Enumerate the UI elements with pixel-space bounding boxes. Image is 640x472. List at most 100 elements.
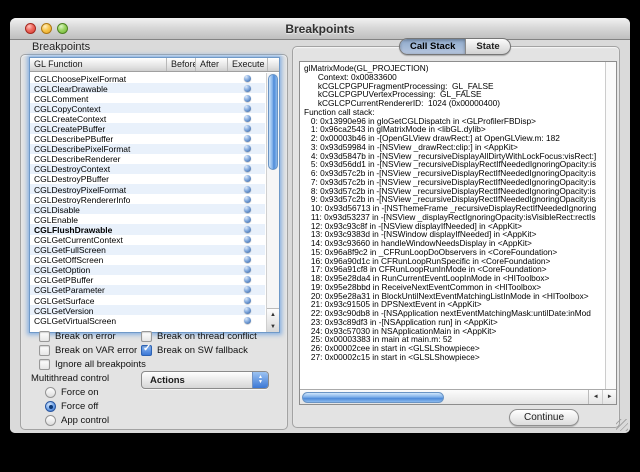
execute-breakpoint-orb-icon[interactable]: [244, 186, 251, 193]
execute-breakpoint-orb-icon[interactable]: [244, 236, 251, 243]
radio-row[interactable]: App control: [45, 413, 109, 427]
tab-call-stack[interactable]: Call Stack: [400, 39, 466, 54]
execute-breakpoint-orb-icon[interactable]: [244, 206, 251, 213]
checkbox-column-2: Break on thread conflictBreak on SW fall…: [141, 329, 257, 357]
gl-function-name: CGLDestroyPBuffer: [34, 174, 109, 184]
table-row[interactable]: CGLEnable: [30, 214, 265, 224]
radio-row[interactable]: Force on: [45, 385, 109, 399]
table-row[interactable]: CGLDescribeRenderer: [30, 154, 265, 164]
execute-breakpoint-orb-icon[interactable]: [244, 307, 251, 314]
tab-state[interactable]: State: [466, 39, 509, 54]
execute-breakpoint-orb-icon[interactable]: [244, 95, 251, 102]
table-row[interactable]: CGLGetFullScreen: [30, 245, 265, 255]
column-header[interactable]: After: [196, 58, 228, 71]
breakpoints-group-box: GL FunctionBeforeAfterExecute CGLChooseP…: [20, 54, 288, 430]
column-header[interactable]: Before: [167, 58, 196, 71]
execute-breakpoint-orb-icon[interactable]: [244, 175, 251, 182]
scrollbar-arrows[interactable]: ▲ ▼: [267, 308, 279, 332]
execute-breakpoint-orb-icon[interactable]: [244, 155, 251, 162]
execute-breakpoint-orb-icon[interactable]: [244, 145, 251, 152]
table-row[interactable]: CGLGetSurface: [30, 295, 265, 305]
stack-horizontal-scrollbar[interactable]: ◄ ►: [300, 389, 616, 404]
gl-function-name: CGLDestroyPixelFormat: [34, 185, 126, 195]
table-row[interactable]: CGLDestroyPixelFormat: [30, 184, 265, 194]
title-bar[interactable]: Breakpoints: [10, 18, 630, 40]
execute-breakpoint-orb-icon[interactable]: [244, 256, 251, 263]
actions-dropdown[interactable]: Actions ▲▼: [141, 371, 269, 389]
gl-function-name: CGLCreateContext: [34, 114, 106, 124]
table-row[interactable]: CGLCreatePBuffer: [30, 123, 265, 133]
table-row[interactable]: CGLDestroyRendererInfo: [30, 194, 265, 204]
column-header[interactable]: Execute: [228, 58, 268, 71]
continue-button[interactable]: Continue: [509, 409, 579, 426]
table-row[interactable]: CGLGetOption: [30, 265, 265, 275]
execute-breakpoint-orb-icon[interactable]: [244, 276, 251, 283]
checkbox[interactable]: [141, 331, 152, 342]
radio-button[interactable]: [45, 415, 56, 426]
window-content: Breakpoints GL FunctionBeforeAfterExecut…: [10, 40, 630, 433]
stack-vertical-scrollbar[interactable]: [605, 62, 616, 389]
execute-breakpoint-orb-icon[interactable]: [244, 105, 251, 112]
scroll-left-arrow-icon[interactable]: ◄: [589, 390, 602, 404]
table-row[interactable]: CGLCreateContext: [30, 113, 265, 123]
gl-function-rows[interactable]: CGLChoosePixelFormatCGLClearDrawableCGLC…: [30, 73, 265, 332]
table-row[interactable]: CGLChoosePixelFormat: [30, 73, 265, 83]
table-row[interactable]: CGLCopyContext: [30, 103, 265, 113]
checkbox[interactable]: [141, 345, 152, 356]
call-stack-panel: glMatrixMode(GL_PROJECTION) Context: 0x0…: [299, 61, 617, 405]
checkbox-row[interactable]: Break on SW fallback: [141, 343, 257, 357]
scrollbar-thumb[interactable]: [302, 392, 444, 403]
execute-breakpoint-orb-icon[interactable]: [244, 317, 251, 324]
execute-breakpoint-orb-icon[interactable]: [244, 165, 251, 172]
table-row[interactable]: CGLGetCurrentContext: [30, 235, 265, 245]
radio-button[interactable]: [45, 401, 56, 412]
checkbox-row[interactable]: Break on thread conflict: [141, 329, 257, 343]
checkbox-row[interactable]: Break on VAR error: [39, 343, 146, 357]
table-row[interactable]: CGLDescribePixelFormat: [30, 144, 265, 154]
execute-breakpoint-orb-icon[interactable]: [244, 297, 251, 304]
table-row[interactable]: CGLGetVersion: [30, 305, 265, 315]
gl-function-table[interactable]: GL FunctionBeforeAfterExecute CGLChooseP…: [29, 57, 280, 333]
column-header-stub: [268, 58, 279, 71]
table-row[interactable]: CGLDisable: [30, 204, 265, 214]
checkbox[interactable]: [39, 359, 50, 370]
checkbox-row[interactable]: Ignore all breakpoints: [39, 357, 146, 371]
table-row[interactable]: CGLFlushDrawable: [30, 224, 265, 234]
table-row[interactable]: CGLGetVirtualScreen: [30, 315, 265, 325]
table-row[interactable]: CGLClearDrawable: [30, 83, 265, 93]
execute-breakpoint-orb-icon[interactable]: [244, 115, 251, 122]
multithread-control-label: Multithread control: [31, 373, 109, 384]
execute-breakpoint-orb-icon[interactable]: [244, 266, 251, 273]
execute-breakpoint-orb-icon[interactable]: [244, 85, 251, 92]
gl-function-name: CGLComment: [34, 94, 88, 104]
scrollbar-thumb[interactable]: [268, 74, 278, 170]
radio-row[interactable]: Force off: [45, 399, 109, 413]
execute-breakpoint-orb-icon[interactable]: [244, 226, 251, 233]
table-vertical-scrollbar[interactable]: ▲ ▼: [266, 73, 279, 332]
scrollbar-arrows[interactable]: ◄ ►: [588, 390, 616, 404]
execute-breakpoint-orb-icon[interactable]: [244, 196, 251, 203]
execute-breakpoint-orb-icon[interactable]: [244, 286, 251, 293]
table-row[interactable]: CGLDestroyContext: [30, 164, 265, 174]
execute-breakpoint-orb-icon[interactable]: [244, 216, 251, 223]
table-row[interactable]: CGLGetOffScreen: [30, 255, 265, 265]
scroll-down-arrow-icon[interactable]: ▼: [267, 321, 279, 333]
resize-grip[interactable]: [616, 419, 628, 431]
table-row[interactable]: CGLDescribePBuffer: [30, 134, 265, 144]
radio-button[interactable]: [45, 387, 56, 398]
table-row[interactable]: CGLDestroyPBuffer: [30, 174, 265, 184]
table-row[interactable]: CGLComment: [30, 93, 265, 103]
tab-capsule: Call StackState: [399, 38, 511, 55]
table-row[interactable]: CGLGetPBuffer: [30, 275, 265, 285]
checkbox-row[interactable]: Break on error: [39, 329, 146, 343]
table-row[interactable]: CGLGetParameter: [30, 285, 265, 295]
checkbox[interactable]: [39, 345, 50, 356]
execute-breakpoint-orb-icon[interactable]: [244, 75, 251, 82]
execute-breakpoint-orb-icon[interactable]: [244, 125, 251, 132]
checkbox[interactable]: [39, 331, 50, 342]
scroll-right-arrow-icon[interactable]: ►: [602, 390, 616, 404]
scroll-up-arrow-icon[interactable]: ▲: [267, 309, 279, 321]
execute-breakpoint-orb-icon[interactable]: [244, 246, 251, 253]
column-header[interactable]: GL Function: [30, 58, 167, 71]
execute-breakpoint-orb-icon[interactable]: [244, 135, 251, 142]
